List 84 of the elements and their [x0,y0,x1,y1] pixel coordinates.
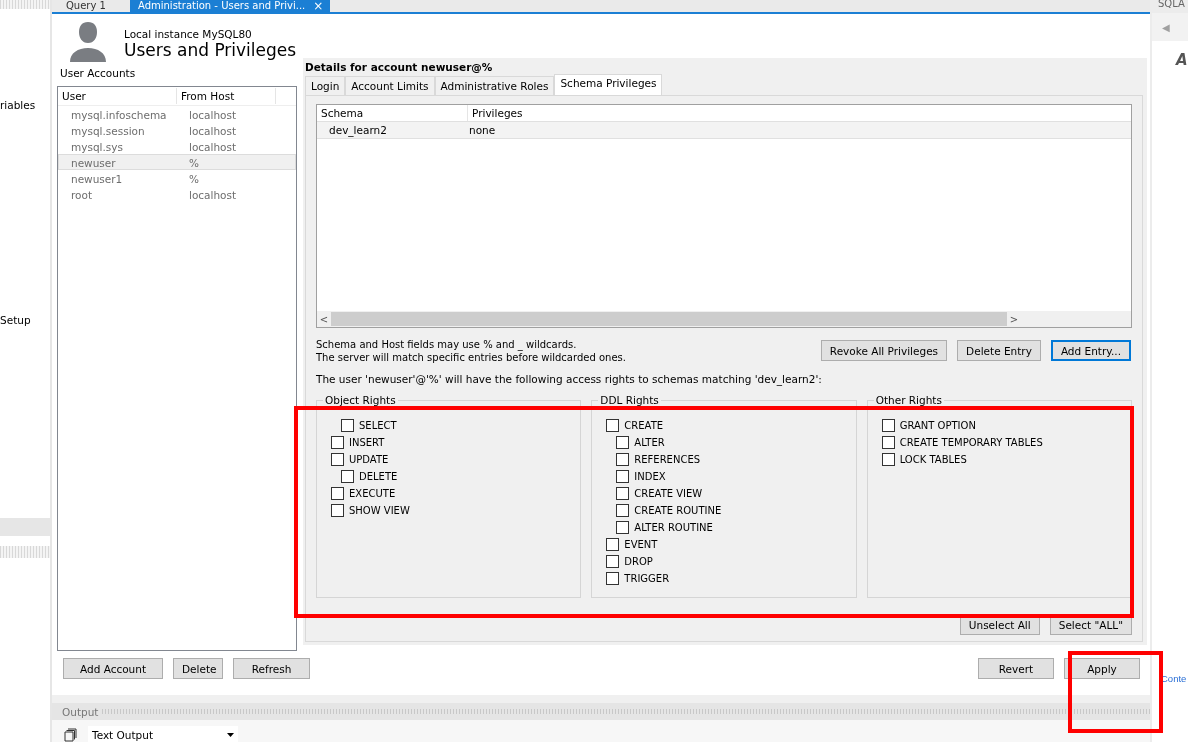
checkbox-label[interactable]: TRIGGER [624,573,670,584]
user-row[interactable]: root localhost [58,186,296,202]
checkbox[interactable] [331,487,344,500]
checkbox-label[interactable]: LOCK TABLES [899,454,967,465]
checkbox[interactable] [606,419,620,432]
action-button[interactable]: Delete [173,658,223,679]
checkbox[interactable] [606,555,620,568]
close-icon[interactable]: × [313,0,324,12]
action-button[interactable]: Add Entry... [1050,340,1131,361]
checkbox-label[interactable]: INDEX [634,471,666,482]
checkbox[interactable] [341,419,354,432]
checkbox-label[interactable]: CREATE ROUTINE [634,505,722,516]
checkbox[interactable] [881,436,895,449]
sidebar-item[interactable]: riables [0,99,50,111]
user-row[interactable]: mysql.infoschema localhost [58,106,296,122]
splitter-grip[interactable] [0,0,50,9]
action-button[interactable]: Revert [978,658,1054,679]
group-title: Object Rights [323,394,398,406]
checkbox-label[interactable]: SHOW VIEW [349,505,410,516]
details-title: Details for account newuser@% [305,60,494,75]
checkbox-label[interactable]: INSERT [349,437,385,448]
checkbox[interactable] [331,436,344,449]
checkbox[interactable] [616,453,630,466]
checkbox-label[interactable]: ALTER [634,437,665,448]
panel-title: Output [62,705,99,718]
checkbox-label[interactable]: EVENT [624,539,658,550]
section-label: User Accounts [59,66,137,81]
checkbox[interactable] [341,470,354,483]
copy-icon[interactable] [64,728,78,742]
checkbox[interactable] [616,504,630,517]
checkbox-label[interactable]: CREATE VIEW [634,488,703,499]
hint-text: The server will match specific entries before wildcarded ones. [316,351,626,364]
checkbox[interactable] [606,572,620,585]
checkbox-label[interactable]: UPDATE [349,454,389,465]
action-button[interactable]: Delete Entry [957,340,1041,361]
sidebar-item[interactable]: Setup [0,314,50,326]
hint-text: Schema and Host fields may use % and _ wildcards. [316,338,577,351]
tab[interactable]: Login [305,76,346,95]
user-row[interactable]: mysql.sys localhost [58,138,296,154]
action-button[interactable]: Apply [1064,658,1140,679]
help-heading: A [1174,51,1188,69]
user-row[interactable]: newuser % [58,154,296,170]
page-title: Users and Privileges [124,40,297,60]
checkbox[interactable] [331,453,344,466]
checkbox[interactable] [881,453,895,466]
checkbox[interactable] [606,538,620,551]
checkbox[interactable] [616,521,630,534]
checkbox-label[interactable]: SELECT [359,420,397,431]
action-button[interactable]: Add Account [63,658,163,679]
group-title: Other Rights [873,394,944,406]
checkbox[interactable] [881,419,895,432]
horizontal-scrollbar[interactable]: < > [317,311,1131,327]
access-description: The user 'newuser'@'%' will have the following access rights to schemas matching 'dev_learn2': [316,372,823,386]
checkbox[interactable] [616,487,630,500]
checkbox-label[interactable]: DELETE [359,471,398,482]
output-selector[interactable]: Text Output [88,726,238,742]
splitter-grip[interactable] [0,546,50,558]
tab[interactable]: Schema Privileges [554,74,663,95]
checkbox-label[interactable]: GRANT OPTION [899,420,976,431]
tab[interactable]: Account Limits [345,76,435,95]
column-header[interactable]: User [58,88,177,104]
caret-icon [227,733,234,737]
action-button[interactable]: Refresh [233,658,310,679]
group-title: DDL Rights [598,394,661,406]
checkbox-label[interactable]: CREATE TEMPORARY TABLES [899,437,1043,448]
action-button[interactable]: Revoke All Privileges [820,340,948,361]
checkbox[interactable] [616,436,630,449]
checkbox[interactable] [331,504,344,517]
user-row[interactable]: newuser1 % [58,170,296,186]
checkbox[interactable] [616,470,630,483]
column-header[interactable]: Privileges [468,105,523,121]
instance-label: Local instance MySQL80 [124,28,253,40]
checkbox-label[interactable]: CREATE [624,420,664,431]
schema-row[interactable]: dev_learn2 none [317,121,1131,139]
editor-tab[interactable]: Administration - Users and Privi... × [130,0,330,12]
user-row[interactable]: mysql.session localhost [58,122,296,138]
checkbox-label[interactable]: DROP [624,556,653,567]
checkbox-label[interactable]: ALTER ROUTINE [634,522,713,533]
column-header[interactable]: From Host [177,88,276,104]
checkbox-label[interactable]: REFERENCES [634,454,701,465]
checkbox-label[interactable]: EXECUTE [349,488,396,499]
editor-tab[interactable]: Query 1 [58,0,128,12]
sidebar-tab[interactable]: SQLA [1152,0,1188,13]
tab[interactable]: Administrative Roles [434,76,555,95]
